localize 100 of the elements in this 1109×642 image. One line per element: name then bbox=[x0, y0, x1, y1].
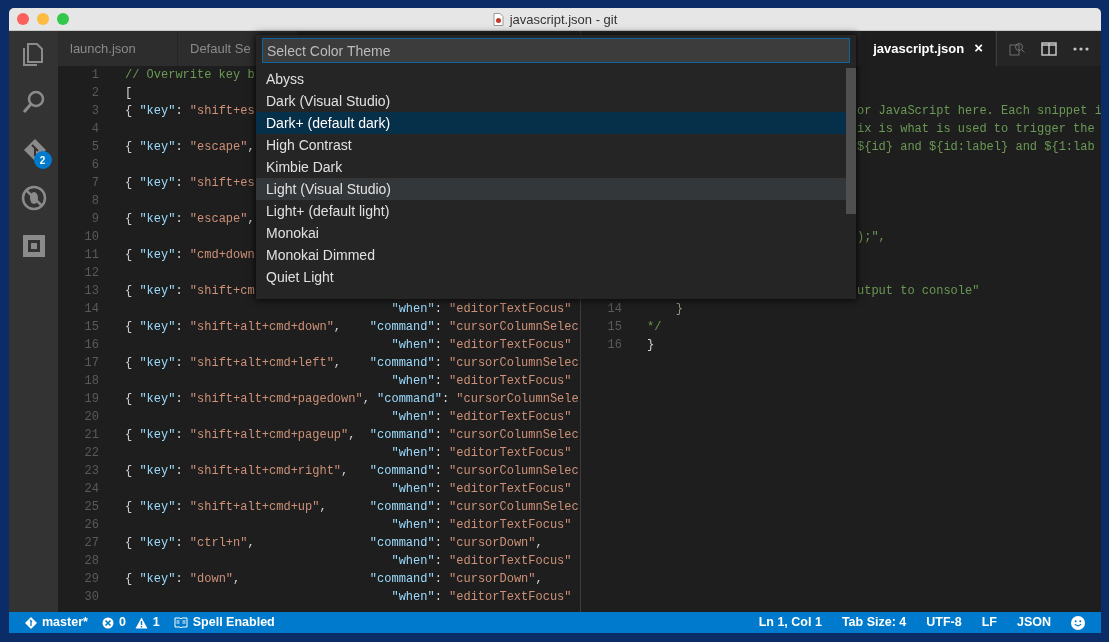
code-line: { "key": "shift+alt+cmd+up", "command": "cursorColumnSelec bbox=[125, 499, 579, 516]
line-number: 3 bbox=[90, 103, 99, 120]
code-line: "when": "editorTextFocus" bbox=[390, 481, 572, 498]
line-number: 15 bbox=[83, 319, 99, 336]
search-icon[interactable] bbox=[20, 89, 47, 115]
code-line: { "key": "shift+es bbox=[125, 175, 255, 192]
code-line: // Overwrite key b bbox=[125, 67, 255, 84]
code-line: { "key": "ctrl+n", "command": "cursorDown", bbox=[125, 535, 543, 552]
book-icon bbox=[173, 617, 188, 628]
line-number: 12 bbox=[83, 265, 99, 282]
debug-icon[interactable] bbox=[20, 185, 47, 211]
status-item[interactable]: UTF-8 bbox=[926, 613, 962, 632]
close-icon[interactable]: × bbox=[974, 37, 983, 60]
line-number: 21 bbox=[83, 427, 99, 444]
split-editor-icon[interactable] bbox=[1041, 41, 1057, 56]
code-line: { "key": "cmd+down bbox=[125, 247, 255, 264]
line-number: 30 bbox=[83, 589, 99, 606]
theme-option[interactable]: Dark (Visual Studio) bbox=[256, 90, 846, 112]
line-number: 2 bbox=[90, 85, 99, 102]
code-line: utput to console" bbox=[857, 283, 980, 300]
line-number: 26 bbox=[83, 517, 99, 534]
code-line: { "key": "shift+alt+cmd+pageup", "command": "cursorColumnSelec bbox=[125, 427, 579, 444]
theme-option[interactable]: Dark+ (default dark) bbox=[256, 112, 846, 134]
theme-option[interactable]: Monokai Dimmed bbox=[256, 244, 846, 266]
line-number: 14 bbox=[606, 301, 622, 318]
line-number: 24 bbox=[83, 481, 99, 498]
more-icon[interactable] bbox=[1073, 46, 1089, 51]
line-number: 16 bbox=[606, 337, 622, 354]
code-line: "when": "editorTextFocus" bbox=[390, 409, 572, 426]
theme-option[interactable]: Light+ (default light) bbox=[256, 200, 846, 222]
branch-icon bbox=[25, 616, 37, 629]
line-number: 8 bbox=[90, 193, 99, 210]
line-number: 20 bbox=[83, 409, 99, 426]
code-line: } bbox=[674, 301, 683, 318]
code-line: "when": "editorTextFocus" bbox=[390, 337, 572, 354]
code-line: { "key": "shift+alt+cmd+pagedown", "command": "cursorColumnSele bbox=[125, 391, 579, 408]
window-title: javascript.json - git bbox=[509, 10, 618, 29]
code-line: { "key": "down", "command": "cursorDown", bbox=[125, 571, 543, 588]
smiley-icon[interactable] bbox=[1071, 615, 1085, 630]
code-line: { "key": "shift+alt+cmd+down", "command": "cursorColumnSelec bbox=[125, 319, 579, 336]
spell-status[interactable]: Spell Enabled bbox=[192, 613, 275, 632]
theme-option[interactable]: Monokai bbox=[256, 222, 846, 244]
line-number: 4 bbox=[90, 121, 99, 138]
open-changes-icon[interactable] bbox=[1009, 40, 1025, 57]
theme-option[interactable]: Abyss bbox=[256, 68, 846, 90]
extensions-icon[interactable] bbox=[20, 233, 47, 259]
status-item[interactable]: Ln 1, Col 1 bbox=[758, 613, 822, 632]
line-number: 7 bbox=[90, 175, 99, 192]
branch-label[interactable]: master* bbox=[42, 613, 88, 632]
line-number: 25 bbox=[83, 499, 99, 516]
code-line: or JavaScript here. Each snippet i bbox=[857, 103, 1101, 120]
code-line: "when": "editorTextFocus" bbox=[390, 445, 572, 462]
close-window-button[interactable] bbox=[17, 13, 29, 25]
count-badge: 2 bbox=[33, 151, 52, 169]
code-line: "when": "editorTextFocus" bbox=[390, 553, 572, 570]
search-field[interactable]: Select Color Theme bbox=[262, 38, 850, 63]
line-number: 6 bbox=[90, 157, 99, 174]
line-number: 5 bbox=[90, 139, 99, 156]
code-line: "when": "editorTextFocus" bbox=[390, 589, 572, 606]
line-number: 13 bbox=[83, 283, 99, 300]
theme-option[interactable]: High Contrast bbox=[256, 134, 846, 156]
editor-tab[interactable]: launch.json bbox=[58, 31, 178, 66]
file-icon bbox=[492, 13, 504, 26]
code-line: ix is what is used to trigger the bbox=[857, 121, 1095, 138]
scrollbar-thumb[interactable] bbox=[846, 68, 856, 214]
code-line: { "key": "shift+cm bbox=[125, 283, 255, 300]
status-item[interactable]: JSON bbox=[1016, 613, 1051, 632]
code-line: { "key": "shift+es bbox=[125, 103, 255, 120]
code-line: { "key": "escape", bbox=[125, 139, 255, 156]
line-number: 29 bbox=[83, 571, 99, 588]
theme-option[interactable]: Quiet Light bbox=[256, 266, 846, 288]
line-number: 11 bbox=[83, 247, 99, 264]
code-line: { "key": "shift+alt+cmd+right", "command": "cursorColumnSelec bbox=[125, 463, 579, 480]
line-number: 22 bbox=[83, 445, 99, 462]
code-line: { "key": "escape", bbox=[125, 211, 255, 228]
editor-tab[interactable]: javascript.json × bbox=[861, 31, 996, 66]
line-number: 10 bbox=[83, 229, 99, 246]
code-line: "when": "editorTextFocus" bbox=[390, 517, 572, 534]
error-count[interactable]: 0 bbox=[118, 613, 126, 632]
code-line: "when": "editorTextFocus" bbox=[390, 301, 572, 318]
code-line: } bbox=[647, 337, 655, 354]
code-line: [ bbox=[125, 85, 133, 102]
code-line: ${id} and ${id:label} and ${1:lab bbox=[857, 139, 1095, 156]
line-number: 23 bbox=[83, 463, 99, 480]
line-number: 14 bbox=[83, 301, 99, 318]
line-number: 18 bbox=[83, 373, 99, 390]
theme-option[interactable]: Light (Visual Studio) bbox=[256, 178, 846, 200]
status-item[interactable]: Tab Size: 4 bbox=[841, 613, 907, 632]
status-item[interactable]: LF bbox=[981, 613, 997, 632]
warning-icon bbox=[134, 616, 148, 629]
warning-count[interactable]: 1 bbox=[152, 613, 160, 632]
line-number: 28 bbox=[83, 553, 99, 570]
line-number: 9 bbox=[90, 211, 99, 228]
theme-option[interactable]: Kimbie Dark bbox=[256, 156, 846, 178]
line-number: 19 bbox=[83, 391, 99, 408]
line-number: 1 bbox=[90, 67, 99, 84]
code-line: */ bbox=[647, 319, 662, 336]
error-icon bbox=[101, 616, 114, 629]
code-line: { "key": "shift+alt+cmd+left", "command": "cursorColumnSelec bbox=[125, 355, 579, 372]
line-number: 27 bbox=[83, 535, 99, 552]
